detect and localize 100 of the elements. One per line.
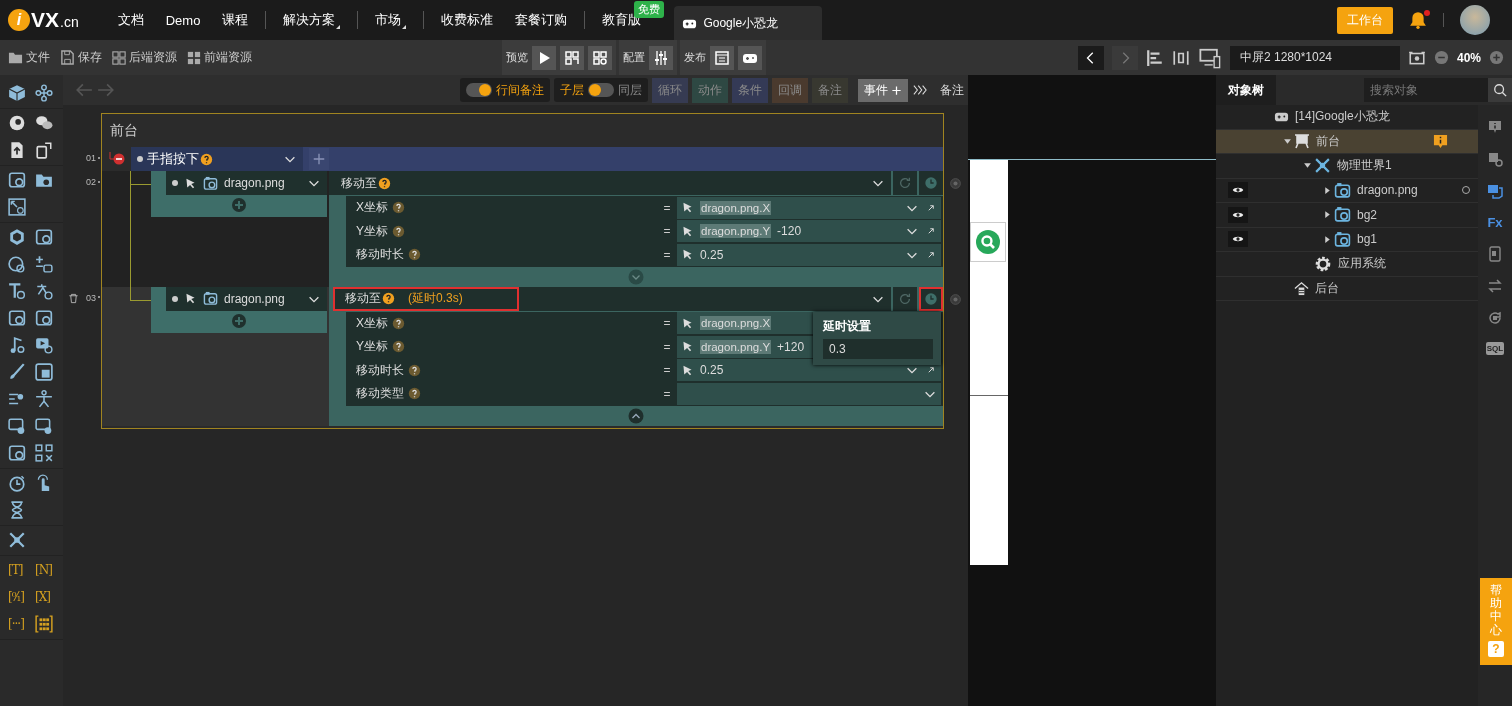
- screen-size-field[interactable]: 中屏2 1280*1024: [1229, 45, 1400, 70]
- nav-link[interactable]: 套餐订购: [504, 11, 579, 29]
- caret-right-icon[interactable]: [1322, 234, 1332, 244]
- variable-tool[interactable]: [T]: [8, 561, 35, 579]
- remove-icon[interactable]: [108, 151, 125, 167]
- info-gear-icon[interactable]: [1487, 151, 1503, 167]
- grid-variable-icon[interactable]: [35, 615, 53, 633]
- info-chat-icon[interactable]: [1487, 183, 1503, 199]
- action-dropdown[interactable]: 移动至 (延时0.3s): [333, 286, 519, 311]
- caret-right-icon[interactable]: [1322, 210, 1332, 220]
- circle-icon[interactable]: [8, 255, 26, 273]
- nav-link[interactable]: 文档: [106, 11, 155, 29]
- search-button[interactable]: [1488, 78, 1512, 102]
- tree-item[interactable]: 物理世界1: [1216, 154, 1478, 179]
- tree-item[interactable]: [14]Google小恐龙: [1216, 105, 1478, 130]
- window-icon[interactable]: [35, 363, 53, 381]
- hexagon-icon[interactable]: [8, 228, 26, 246]
- delay-input[interactable]: 0.3: [823, 338, 933, 359]
- devices-icon[interactable]: [1197, 46, 1222, 69]
- image-icon[interactable]: [35, 309, 53, 327]
- value-field[interactable]: dragon.png.Y -120: [677, 220, 941, 243]
- image-icon[interactable]: [8, 444, 26, 462]
- plus-minus-icon[interactable]: [35, 255, 53, 273]
- target-icon[interactable]: [949, 292, 962, 306]
- project-tab[interactable]: Google小恐龙: [674, 6, 823, 40]
- target-dropdown[interactable]: dragon.png: [166, 171, 327, 195]
- back-button[interactable]: [1077, 45, 1104, 70]
- logo[interactable]: i VX.cn: [8, 8, 79, 32]
- translate-icon[interactable]: [35, 282, 53, 300]
- music-icon[interactable]: [8, 336, 26, 354]
- caret-down-icon[interactable]: [1282, 136, 1292, 146]
- chat-icon[interactable]: [35, 114, 53, 132]
- menu-item[interactable]: 保存: [60, 49, 102, 66]
- variable-tool[interactable]: [···]: [8, 615, 35, 633]
- nav-link[interactable]: 课程: [211, 11, 260, 29]
- timer-icon[interactable]: [8, 474, 26, 492]
- delay-button[interactable]: [919, 286, 943, 311]
- variable-tool[interactable]: [⁰⁄₁]: [8, 588, 35, 606]
- add-event-button[interactable]: 事件: [858, 78, 908, 102]
- toolbar-button[interactable]: [588, 45, 612, 70]
- menu-item[interactable]: 文件: [8, 49, 50, 66]
- toolbar-button[interactable]: [710, 45, 734, 70]
- zoom-out-icon[interactable]: [1433, 50, 1449, 65]
- phone-icon[interactable]: [1487, 246, 1503, 262]
- variable-tool[interactable]: [N]: [35, 561, 62, 579]
- tree-item[interactable]: bg2: [1216, 203, 1478, 228]
- toolbar-button[interactable]: [649, 45, 673, 70]
- info-icon[interactable]: [1487, 119, 1503, 135]
- delay-button[interactable]: [919, 171, 943, 195]
- tree-item[interactable]: dragon.png: [1216, 178, 1478, 203]
- align-center-icon[interactable]: [1171, 48, 1190, 67]
- add-circle-icon[interactable]: [231, 197, 247, 213]
- zoom-button[interactable]: [970, 222, 1006, 262]
- button-icon[interactable]: [35, 417, 53, 435]
- image-icon[interactable]: [8, 171, 26, 189]
- atom-icon[interactable]: [8, 531, 26, 549]
- triple-chevron-icon[interactable]: [912, 83, 928, 97]
- nav-link[interactable]: Demo: [154, 12, 212, 28]
- align-left-icon[interactable]: [1145, 48, 1164, 67]
- swap-icon[interactable]: [1487, 278, 1503, 294]
- value-field[interactable]: dragon.png.X: [677, 196, 941, 219]
- value-field[interactable]: 0.25: [677, 243, 941, 266]
- notes-toggle[interactable]: 备注: [932, 81, 968, 99]
- rail-tool[interactable]: Fx: [1487, 215, 1503, 230]
- image-icon[interactable]: [8, 309, 26, 327]
- rail-tool[interactable]: SQL: [1485, 342, 1505, 355]
- refresh-icon[interactable]: [1487, 310, 1503, 326]
- target-dropdown[interactable]: dragon.png: [166, 286, 327, 311]
- search-field[interactable]: 搜索对象: [1364, 78, 1488, 102]
- target-icon[interactable]: [949, 177, 962, 190]
- cube-icon[interactable]: [8, 84, 26, 102]
- resize-icon[interactable]: [8, 198, 26, 216]
- nav-link[interactable]: 收费标准: [430, 11, 505, 29]
- panel-tab[interactable]: 对象树: [1216, 75, 1276, 105]
- menu-item[interactable]: 后端资源: [112, 49, 177, 66]
- hourglass-icon[interactable]: [8, 501, 26, 519]
- nav-link[interactable]: 市场: [364, 11, 418, 29]
- tree-item[interactable]: 应用系统: [1216, 252, 1478, 277]
- toolbar-button[interactable]: [560, 45, 584, 70]
- tree-item[interactable]: bg1: [1216, 227, 1478, 252]
- variable-tool[interactable]: [X]: [35, 588, 62, 606]
- loop-button[interactable]: [893, 286, 917, 311]
- lens-icon[interactable]: [8, 114, 26, 132]
- text-icon[interactable]: [8, 282, 26, 300]
- value-field[interactable]: [677, 382, 941, 405]
- trash-icon[interactable]: [68, 292, 79, 304]
- layer-option[interactable]: 子层: [560, 81, 584, 99]
- folder-icon[interactable]: [35, 171, 53, 189]
- toolbar-button[interactable]: [738, 45, 762, 70]
- menu-item[interactable]: 前端资源: [187, 49, 252, 66]
- network-icon[interactable]: [35, 84, 53, 102]
- caret-down-icon[interactable]: [1302, 161, 1312, 171]
- trigger-dropdown[interactable]: 手指按下: [131, 147, 303, 171]
- action-dropdown[interactable]: 移动至: [329, 171, 891, 195]
- bell-icon[interactable]: [1409, 11, 1427, 29]
- toolbar-button[interactable]: [532, 45, 556, 70]
- caret-right-icon[interactable]: [1322, 185, 1332, 195]
- brush-icon[interactable]: [8, 363, 26, 381]
- button-icon[interactable]: [8, 417, 26, 435]
- collapse-icon[interactable]: [628, 407, 644, 424]
